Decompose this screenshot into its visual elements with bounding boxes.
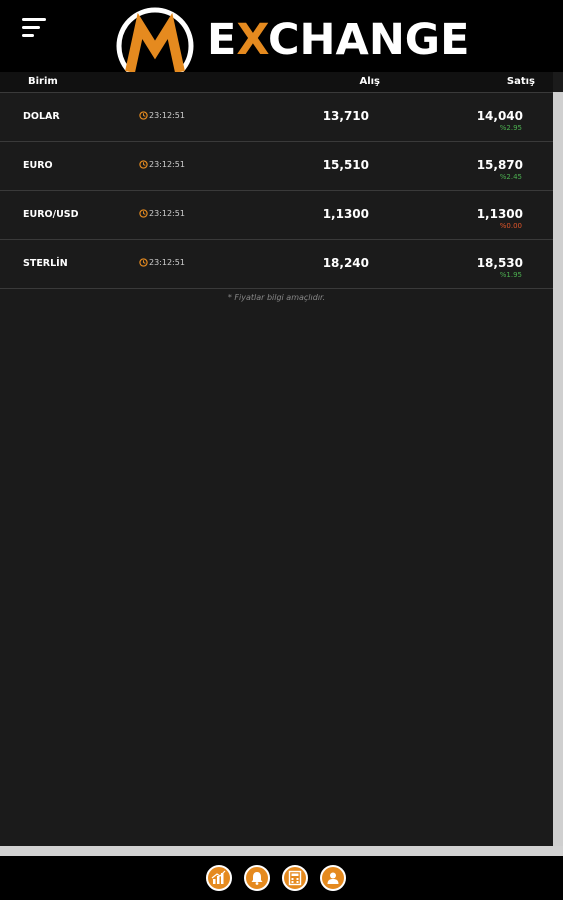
buy-price: 13,710 [322,109,369,123]
clock-icon [139,258,148,267]
rate-row[interactable]: EURO 23:12:51 15,510 15,870 %2.45 [0,142,553,191]
exchange-logo: EXCHANGE [112,6,469,85]
nav-profile-button[interactable] [320,865,346,891]
clock-icon [139,160,148,169]
bell-icon [251,872,263,885]
app-header: EXCHANGE [0,0,563,85]
update-time-text: 23:12:51 [149,209,185,218]
scrollbar[interactable] [553,92,563,854]
currency-name: EURO/USD [23,209,79,220]
update-time: 23:12:51 [139,160,185,169]
sell-price: 15,870 [476,158,523,172]
change-percent: %2.95 [499,124,522,132]
sell-price: 14,040 [476,109,523,123]
update-time: 23:12:51 [139,111,185,120]
column-header: Birim Alış Satış [0,72,553,93]
info-note: * Fiyatlar bilgi amaçlıdır. [227,293,326,302]
currency-name: DOLAR [23,111,60,122]
update-time-text: 23:12:51 [149,160,185,169]
update-time: 23:12:51 [139,258,185,267]
currency-name: EURO [23,160,53,171]
change-percent: %1.95 [499,271,522,279]
buy-price: 18,240 [322,256,369,270]
update-time-text: 23:12:51 [149,258,185,267]
clock-icon [139,209,148,218]
rate-row[interactable]: STERLİN 23:12:51 18,240 18,530 %1.95 [0,240,553,289]
column-buy-label: Alış [359,76,380,87]
update-time: 23:12:51 [139,209,185,218]
column-unit-label: Birim [28,76,58,87]
hamburger-menu-icon[interactable] [22,18,46,38]
rate-row[interactable]: EURO/USD 23:12:51 1,1300 1,1300 %0.00 [0,191,553,240]
update-time-text: 23:12:51 [149,111,185,120]
user-icon [327,872,339,884]
rate-row[interactable]: DOLAR 23:12:51 13,710 14,040 %2.95 [0,93,553,142]
clock-icon [139,111,148,120]
logo-wordmark: EXCHANGE [207,15,470,65]
nav-chart-button[interactable] [206,865,232,891]
bottom-divider [0,846,563,856]
nav-calculator-button[interactable] [282,865,308,891]
rates-list: DOLAR 23:12:51 13,710 14,040 %2.95 EURO 23:12:… [0,93,553,289]
chart-icon [211,870,226,884]
change-percent: %2.45 [499,173,522,181]
calculator-icon [288,870,302,886]
logo-m-mark [116,7,194,85]
currency-name: STERLİN [23,258,68,269]
bottom-navigation [0,856,563,900]
buy-price: 1,1300 [322,207,369,221]
column-sell-label: Satış [506,76,535,87]
change-percent: %0.00 [499,222,522,230]
sell-price: 18,530 [476,256,523,270]
sell-price: 1,1300 [476,207,523,221]
nav-alarm-button[interactable] [244,865,270,891]
buy-price: 15,510 [322,158,369,172]
